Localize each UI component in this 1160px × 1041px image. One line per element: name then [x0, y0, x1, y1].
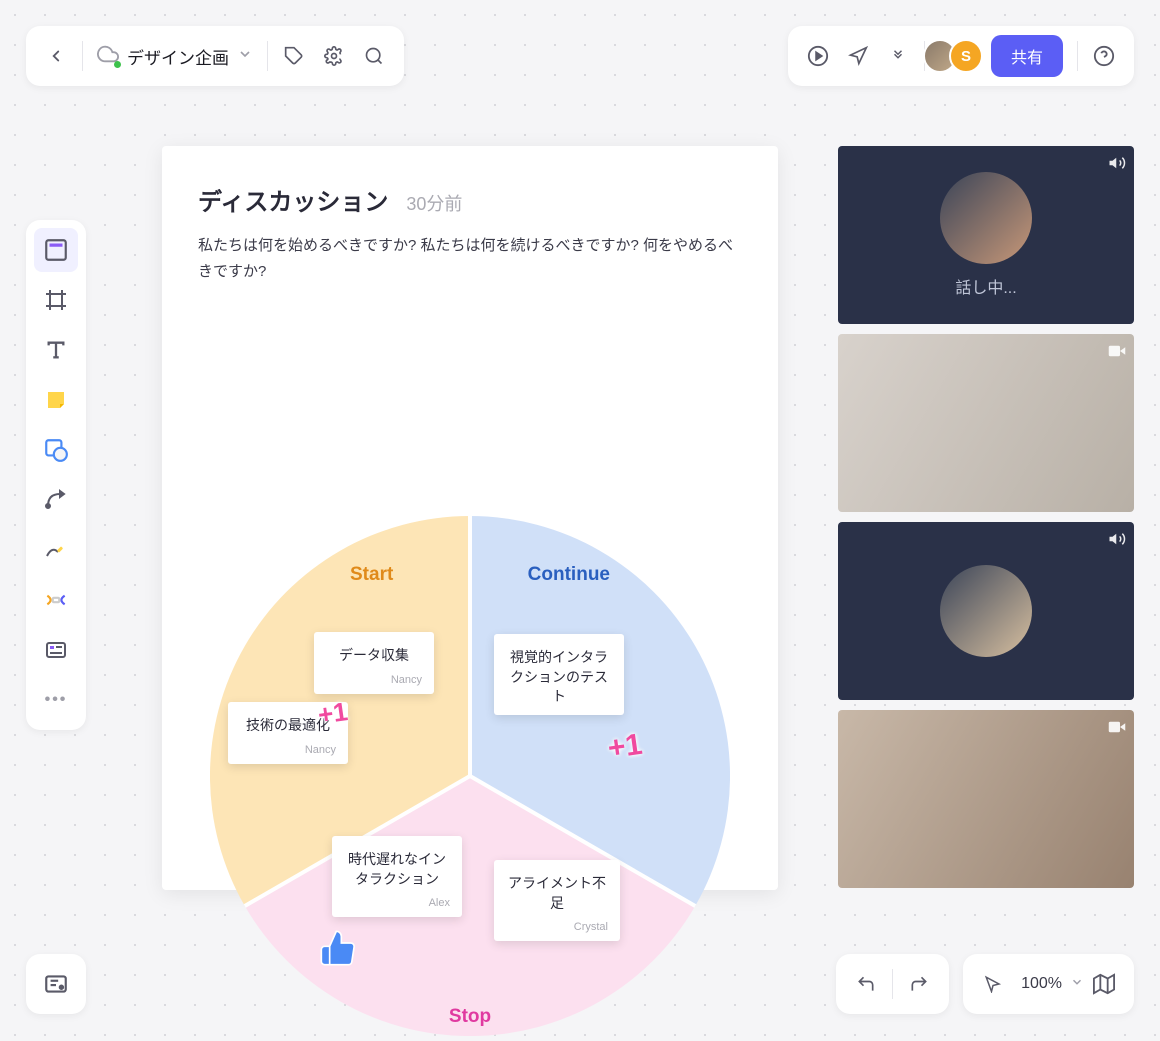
note-text: 視覚的インタラクションのテスト [506, 648, 612, 707]
segment-stop-label: Stop [449, 1006, 491, 1028]
discussion-card[interactable]: ディスカッション 30分前 私たちは何を始めるべきですか? 私たちは何を続けるべ… [162, 146, 778, 890]
note-author: Crystal [506, 921, 608, 933]
online-dot-icon [114, 61, 121, 68]
card-tool[interactable] [34, 628, 78, 672]
camera-icon [1108, 718, 1126, 741]
note-text: 時代遅れなインタラクション [344, 850, 450, 889]
audio-icon [1108, 530, 1126, 553]
note-author: Nancy [326, 674, 422, 686]
cursor-icon[interactable] [973, 964, 1013, 1004]
video-tile[interactable]: 話し中... [838, 146, 1134, 324]
mindmap-tool[interactable] [34, 578, 78, 622]
participant-avatar [940, 172, 1032, 264]
present-button[interactable] [798, 36, 838, 76]
thumbs-up-sticker[interactable] [318, 928, 358, 973]
top-right-toolbar: S 共有 [788, 26, 1134, 86]
template-tool[interactable] [34, 228, 78, 272]
cloud-status-icon [97, 43, 119, 70]
segment-continue-label: Continue [528, 564, 610, 586]
help-button[interactable] [1084, 36, 1124, 76]
connector-tool[interactable] [34, 478, 78, 522]
back-button[interactable] [36, 36, 76, 76]
undo-button[interactable] [846, 964, 886, 1004]
sticky-note[interactable]: 視覚的インタラクションのテスト [494, 634, 624, 715]
redo-button[interactable] [899, 964, 939, 1004]
more-tools-button[interactable]: ••• [34, 678, 78, 722]
sticky-note[interactable]: データ収集 Nancy [314, 632, 434, 694]
chevron-down-icon[interactable] [1070, 975, 1084, 994]
view-controls: 100% [963, 954, 1134, 1014]
top-left-toolbar: デザイン企画 [26, 26, 404, 86]
search-button[interactable] [354, 36, 394, 76]
collaborator-avatars[interactable]: S [931, 39, 983, 73]
breadcrumb[interactable]: デザイン企画 [89, 43, 261, 70]
video-tile[interactable] [838, 710, 1134, 888]
participant-avatar [940, 565, 1032, 657]
wheel-segments-icon [210, 516, 730, 1036]
avatar-user2[interactable]: S [949, 39, 983, 73]
frame-tool[interactable] [34, 278, 78, 322]
board-title: デザイン企画 [127, 44, 229, 69]
video-tile[interactable] [838, 334, 1134, 512]
talking-label: 話し中... [955, 274, 1016, 298]
tag-button[interactable] [274, 36, 314, 76]
notes-panel-button[interactable] [26, 954, 86, 1014]
divider [892, 969, 893, 999]
card-title: ディスカッション [198, 182, 388, 217]
text-tool[interactable] [34, 328, 78, 372]
retro-wheel: Start Continue Stop データ収集 Nancy 技術の最適化 N… [210, 516, 730, 1036]
divider [82, 41, 83, 71]
cursor-follow-button[interactable] [838, 36, 878, 76]
camera-icon [1108, 342, 1126, 365]
pen-tool[interactable] [34, 528, 78, 572]
divider [267, 41, 268, 71]
note-text: データ収集 [326, 646, 422, 666]
sticky-note[interactable]: アライメント不足 Crystal [494, 860, 620, 941]
card-description: 私たちは何を始めるべきですか? 私たちは何を続けるべきですか? 何をやめるべきで… [198, 233, 742, 284]
zoom-level[interactable]: 100% [1013, 975, 1070, 993]
plus-one-sticker[interactable]: +1 [316, 696, 350, 731]
sticky-note[interactable]: 時代遅れなインタラクション Alex [332, 836, 462, 917]
side-tool-rail: ••• [26, 220, 86, 730]
more-button[interactable] [878, 36, 918, 76]
share-button[interactable]: 共有 [991, 35, 1063, 77]
video-panel: 話し中... [838, 146, 1134, 888]
shape-tool[interactable] [34, 428, 78, 472]
plus-one-sticker[interactable]: +1 [606, 728, 645, 766]
minimap-button[interactable] [1084, 964, 1124, 1004]
undo-redo-group [836, 954, 949, 1014]
sticky-note-tool[interactable] [34, 378, 78, 422]
video-tile[interactable] [838, 522, 1134, 700]
note-text: アライメント不足 [506, 874, 608, 913]
chevron-down-icon [237, 46, 253, 67]
bottom-right-controls: 100% [836, 954, 1134, 1014]
divider [1077, 41, 1078, 71]
card-timestamp: 30分前 [406, 190, 462, 216]
settings-button[interactable] [314, 36, 354, 76]
audio-icon [1108, 154, 1126, 177]
note-author: Nancy [240, 744, 336, 756]
segment-start-label: Start [350, 564, 393, 586]
note-author: Alex [344, 897, 450, 909]
